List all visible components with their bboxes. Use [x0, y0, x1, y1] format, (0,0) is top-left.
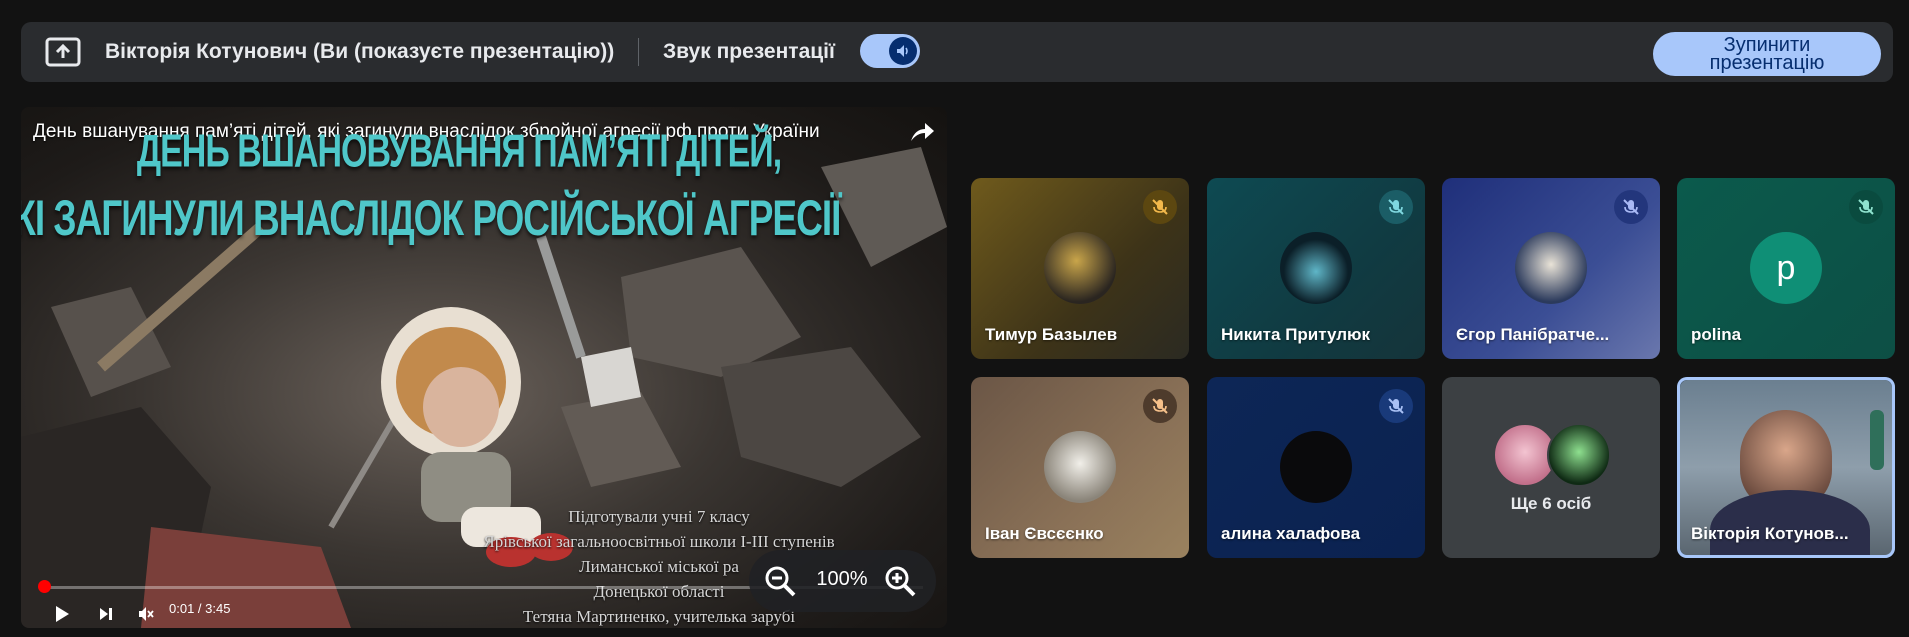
zoom-out-icon[interactable] — [763, 564, 797, 598]
mic-off-icon — [1849, 190, 1883, 224]
stop-presenting-button[interactable]: Зупинити презентацію — [1653, 32, 1881, 76]
more-participants-tile[interactable]: Ще 6 осіб — [1442, 377, 1660, 558]
participant-tile[interactable]: Єгор Панібратче... — [1442, 178, 1660, 359]
avatar-initial: p — [1750, 232, 1822, 304]
mic-off-icon — [1143, 389, 1177, 423]
participant-name: polina — [1691, 325, 1742, 344]
mic-off-icon — [1379, 389, 1413, 423]
self-video-tile[interactable]: Вікторія Котунов... — [1677, 377, 1895, 558]
divider — [638, 38, 639, 66]
participant-name: Никита Притулюк — [1221, 325, 1371, 344]
play-icon[interactable] — [51, 603, 73, 625]
presentation-view[interactable]: День вшанування пам’яті дітей, які загин… — [21, 107, 947, 628]
zoom-in-icon[interactable] — [883, 564, 917, 598]
credit-line: Підготували учні 7 класу — [568, 507, 750, 526]
participant-name: Єгор Панібратче... — [1456, 325, 1610, 344]
avatar — [1547, 423, 1611, 487]
participant-tile[interactable]: p polina — [1677, 178, 1895, 359]
presentation-sound-toggle[interactable] — [860, 34, 920, 68]
avatar — [1280, 431, 1352, 503]
video-progress-handle[interactable] — [38, 580, 51, 593]
participant-tile[interactable]: Тимур Базылев — [971, 178, 1189, 359]
zoom-level: 100% — [816, 568, 868, 590]
avatar — [1280, 232, 1352, 304]
avatar — [1044, 232, 1116, 304]
avatar — [1044, 431, 1116, 503]
mute-volume-icon[interactable] — [135, 603, 157, 625]
presentation-sound-label: Звук презентації — [663, 40, 835, 63]
mic-off-icon — [1379, 190, 1413, 224]
mic-off-icon — [1614, 190, 1648, 224]
participant-tile[interactable]: Іван Євсєєнко — [971, 377, 1189, 558]
participant-tile[interactable]: Никита Притулюк — [1207, 178, 1425, 359]
more-participants-label: Ще 6 осіб — [1510, 494, 1592, 513]
participant-tile[interactable]: алина халафова — [1207, 377, 1425, 558]
participant-name: Іван Євсєєнко — [985, 524, 1104, 543]
stop-presenting-label: Зупинити презентацію — [1709, 34, 1825, 74]
participant-name: Тимур Базылев — [985, 325, 1118, 344]
zoom-controls: 100% — [749, 550, 936, 612]
slide-heading-line2: ЯКІ ЗАГИНУЛИ ВНАСЛІДОК РОСІЙСЬКОЇ АГРЕСІ… — [21, 190, 841, 246]
presenting-bar: Вікторія Котунович (Ви (показуєте презен… — [21, 22, 1893, 82]
video-time: 0:01 / 3:45 — [169, 601, 231, 616]
volume-icon — [889, 37, 917, 65]
avatar — [1515, 232, 1587, 304]
slide-heading-line1: ДЕНЬ ВШАНОВУВАННЯ ПАМ’ЯТІ ДІТЕЙ, — [136, 126, 782, 178]
next-icon[interactable] — [95, 603, 117, 625]
mic-off-icon — [1143, 190, 1177, 224]
present-to-all-icon — [45, 37, 81, 67]
presenter-label: Вікторія Котунович (Ви (показуєте презен… — [105, 40, 615, 63]
participant-name: Вікторія Котунов... — [1691, 524, 1849, 543]
participant-name: алина халафова — [1221, 524, 1361, 543]
